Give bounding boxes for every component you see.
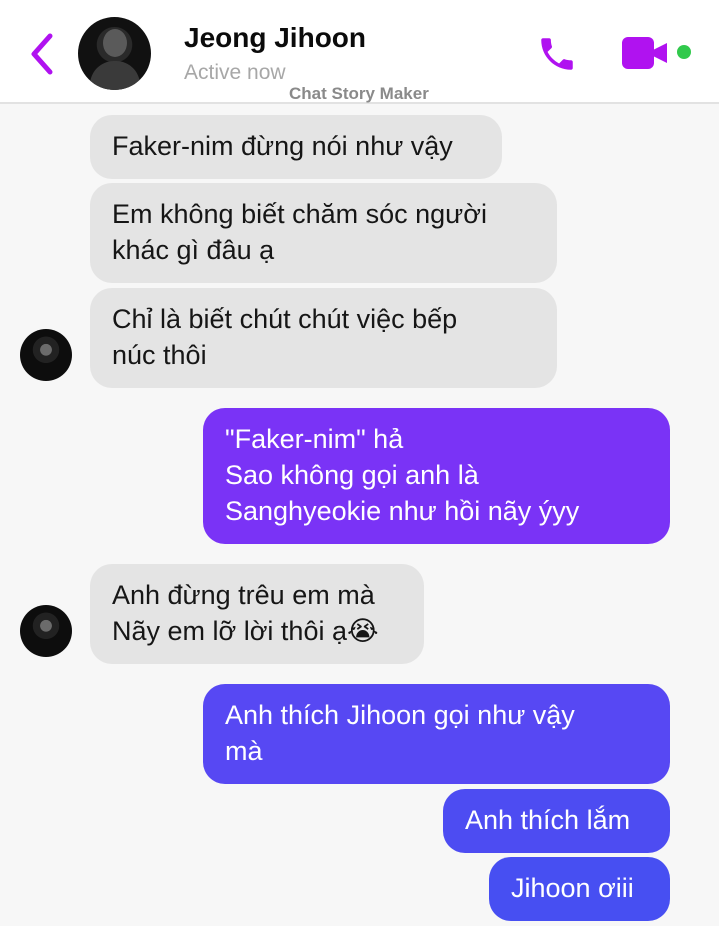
contact-avatar-small[interactable] <box>20 329 72 381</box>
contact-name[interactable]: Jeong Jihoon <box>184 22 366 54</box>
contact-avatar-small[interactable] <box>20 605 72 657</box>
message-bubble-incoming[interactable]: Anh đừng trêu em mà Nãy em lỡ lời thôi ạ… <box>90 564 424 664</box>
phone-icon[interactable] <box>536 33 578 75</box>
message-bubble-outgoing[interactable]: Jihoon ơiii <box>489 857 670 921</box>
chevron-left-icon[interactable] <box>26 32 58 76</box>
message-bubble-incoming[interactable]: Faker-nim đừng nói như vậy <box>90 115 502 179</box>
chat-header: Jeong Jihoon Active now Chat Story Maker <box>0 0 719 104</box>
message-bubble-incoming[interactable]: Em không biết chăm sóc người khác gì đâu… <box>90 183 557 283</box>
message-bubble-outgoing[interactable]: "Faker-nim" hả Sao không gọi anh là Sang… <box>203 408 670 544</box>
video-camera-icon[interactable] <box>622 35 672 71</box>
online-indicator <box>677 45 691 59</box>
message-bubble-incoming[interactable]: Chỉ là biết chút chút việc bếp núc thôi <box>90 288 557 388</box>
contact-avatar[interactable] <box>78 17 151 90</box>
active-status: Active now <box>184 61 286 84</box>
watermark: Chat Story Maker <box>289 84 429 103</box>
message-bubble-outgoing[interactable]: Anh thích Jihoon gọi như vậy mà <box>203 684 670 784</box>
message-bubble-outgoing[interactable]: Anh thích lắm <box>443 789 670 853</box>
